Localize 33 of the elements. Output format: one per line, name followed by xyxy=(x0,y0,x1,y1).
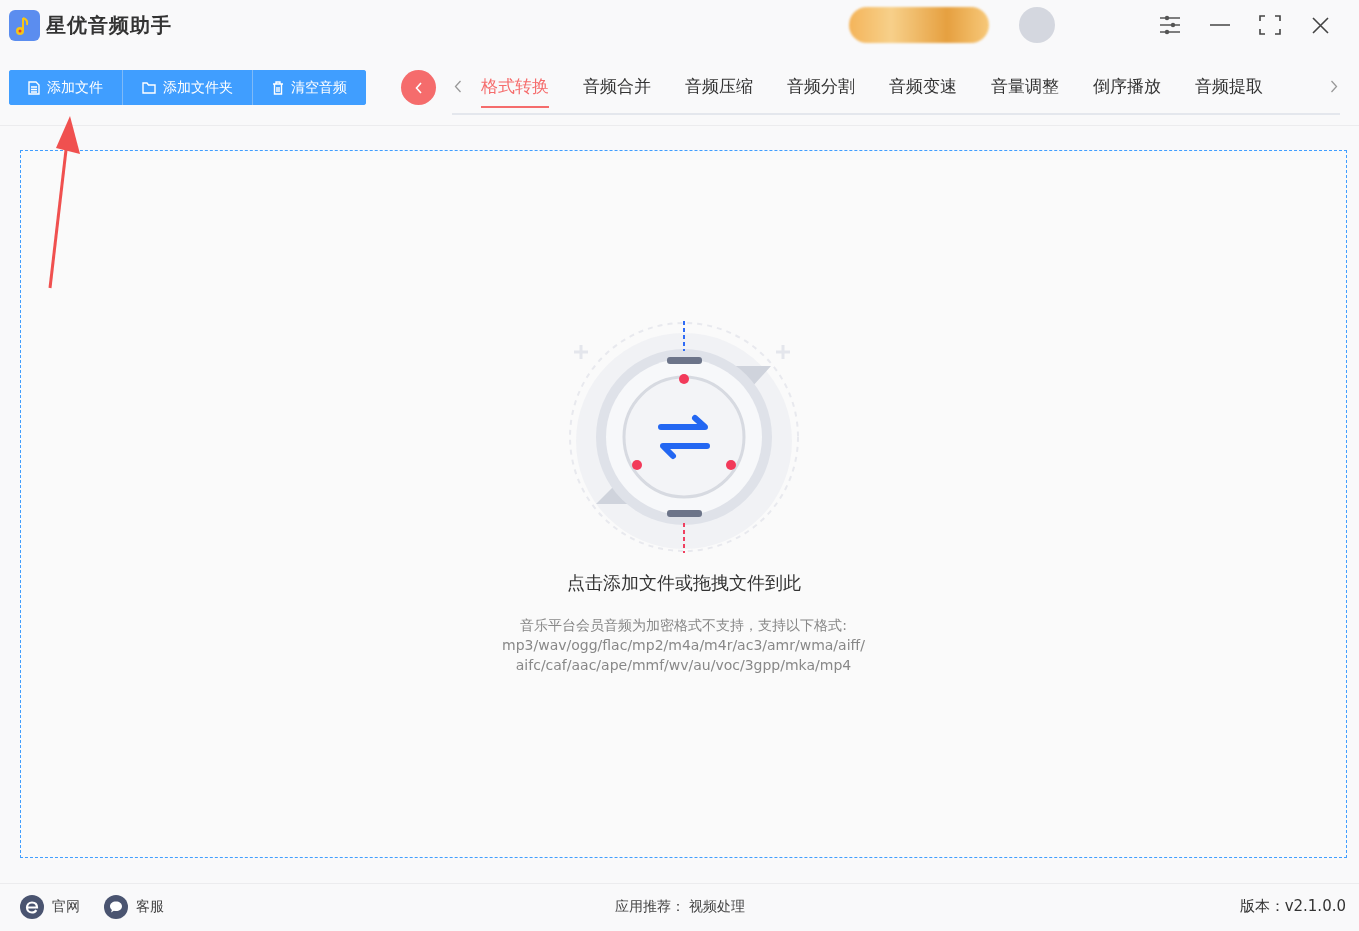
tab[interactable]: 音频压缩 xyxy=(685,75,753,108)
tab[interactable]: 倒序播放 xyxy=(1093,75,1161,108)
format-note: 音乐平台会员音频为加密格式不支持，支持以下格式: xyxy=(519,616,848,635)
folder-icon xyxy=(142,81,156,94)
drop-hint-title: 点击添加文件或拖拽文件到此 xyxy=(566,571,801,595)
recommend-link[interactable]: 视频处理 xyxy=(688,897,745,916)
chevron-right-icon[interactable] xyxy=(1330,80,1338,93)
avatar-icon[interactable] xyxy=(1019,7,1055,43)
tab[interactable]: 音频变速 xyxy=(889,75,957,108)
footer-link[interactable]: 官网 xyxy=(20,894,80,919)
version-label: 版本：v2.1.0.0 xyxy=(1239,897,1346,916)
settings-sliders-icon[interactable] xyxy=(1159,15,1181,35)
format-note: aifc/caf/aac/ape/mmf/wv/au/voc/3gpp/mka/mp4 xyxy=(514,656,853,675)
format-note: mp3/wav/ogg/flac/mp2/m4a/m4r/ac3/amr/wma/aiff/ xyxy=(502,636,865,655)
trash-icon xyxy=(272,80,284,95)
browser-e-icon xyxy=(20,894,44,919)
app-title: 星优音频助手 xyxy=(46,11,172,39)
close-icon[interactable] xyxy=(1311,16,1329,34)
tab[interactable]: 音频合并 xyxy=(583,75,651,108)
maximize-icon[interactable] xyxy=(1259,15,1281,35)
document-icon xyxy=(28,80,40,95)
chat-bubble-icon xyxy=(104,894,128,919)
footer-link[interactable]: 客服 xyxy=(104,894,164,919)
drop-area[interactable]: 点击添加文件或拖拽文件到此 音乐平台会员音频为加密格式不支持，支持以下格式: mp3/wav/ogg/flac/mp2/m4a/m4r/ac3/amr/wma/aiff/ aifc/caf/aac/ape/mmf/wv/au/voc/3gpp/mka/mp4 xyxy=(20,150,1347,858)
back-button[interactable] xyxy=(401,70,436,105)
chevron-left-icon[interactable] xyxy=(454,80,462,93)
recommend-label: 应用推荐： xyxy=(614,897,685,916)
app-logo-icon xyxy=(9,9,40,41)
tab[interactable]: 音频分割 xyxy=(787,75,855,108)
tab[interactable]: 音量调整 xyxy=(991,75,1059,108)
blurred-badge[interactable] xyxy=(849,7,989,43)
chevron-left-icon xyxy=(414,81,423,94)
tab[interactable]: 音频提取 xyxy=(1195,75,1263,108)
